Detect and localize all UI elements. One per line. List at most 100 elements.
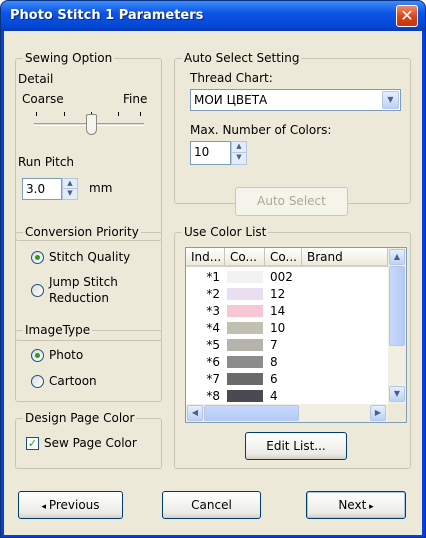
edit-list-button[interactable]: Edit List... — [245, 432, 347, 460]
table-row[interactable]: *3 14 — [186, 303, 388, 319]
next-button[interactable]: Next ▸ — [306, 491, 406, 519]
row-code: 10 — [270, 321, 286, 335]
next-label: Next — [338, 498, 367, 512]
row-index: *3 — [206, 304, 220, 318]
column-header-color[interactable]: Co... — [225, 248, 265, 267]
table-row[interactable]: *8 4 — [186, 388, 388, 404]
previous-arrow-icon: ◂ — [41, 502, 49, 512]
max-colors-input[interactable]: 10 — [190, 141, 231, 165]
group-title: Conversion Priority — [23, 225, 141, 239]
column-header-index[interactable]: Ind... — [186, 248, 225, 267]
table-row[interactable]: *6 8 — [186, 354, 388, 370]
thread-chart-select[interactable]: МОИ ЦВЕТА ▼ — [190, 89, 401, 111]
unit-label: mm — [89, 181, 113, 195]
column-header-brand[interactable]: Brand — [302, 248, 388, 267]
row-code: 6 — [270, 372, 278, 386]
table-row[interactable]: *5 7 — [186, 337, 388, 353]
radio-unchecked-icon[interactable] — [31, 284, 44, 297]
group-title: Use Color List — [182, 225, 269, 239]
group-title: Design Page Color — [23, 411, 137, 425]
color-swatch — [226, 321, 264, 335]
radio-label: Photo — [49, 348, 84, 362]
close-button[interactable]: ✕ — [396, 5, 418, 27]
close-icon: ✕ — [400, 6, 414, 25]
cancel-button[interactable]: Cancel — [162, 491, 261, 519]
spin-down-icon[interactable]: ▼ — [232, 153, 246, 164]
table-row[interactable]: *2 12 — [186, 286, 388, 302]
row-code: 12 — [270, 287, 286, 301]
dropdown-arrow-icon[interactable]: ▼ — [382, 91, 399, 109]
column-header-code[interactable]: Co... — [265, 248, 302, 267]
row-index: *5 — [206, 338, 220, 352]
scroll-corner — [388, 404, 406, 422]
run-pitch-label: Run Pitch — [18, 155, 75, 169]
auto-select-group: Auto Select Setting Thread Chart: МОИ ЦВ… — [174, 51, 411, 204]
photo-radio[interactable]: Photo — [26, 347, 146, 363]
run-pitch-spinner[interactable]: ▲ ▼ — [62, 178, 78, 200]
max-colors-label: Max. Number of Colors: — [190, 123, 332, 137]
image-type-group: ImageType Photo Cartoon — [15, 323, 162, 402]
detail-slider[interactable] — [34, 112, 144, 142]
group-title: ImageType — [23, 323, 93, 337]
sewing-option-group: Sewing Option Detail Coarse Fine Run Pit… — [15, 51, 162, 241]
previous-label: Previous — [48, 498, 100, 512]
title-bar[interactable]: Photo Stitch 1 Parameters ✕ — [1, 1, 425, 31]
spin-up-icon[interactable]: ▲ — [232, 142, 246, 153]
row-index: *7 — [206, 372, 220, 386]
spin-down-icon[interactable]: ▼ — [63, 189, 77, 199]
horizontal-scroll-thumb[interactable] — [204, 405, 299, 421]
spin-up-icon[interactable]: ▲ — [63, 179, 77, 189]
radio-checked-icon[interactable] — [31, 349, 44, 362]
max-colors-value: 10 — [194, 145, 210, 159]
slider-thumb[interactable] — [86, 114, 97, 135]
scroll-up-icon[interactable]: ▲ — [389, 249, 405, 265]
radio-label-line2: Reduction — [49, 291, 109, 305]
table-row[interactable]: *4 10 — [186, 320, 388, 336]
slider-tick — [140, 112, 141, 116]
cartoon-radio[interactable]: Cartoon — [26, 373, 146, 389]
vertical-scroll-thumb[interactable] — [389, 266, 405, 346]
color-swatch — [226, 304, 264, 318]
color-list-view[interactable]: Ind... Co... Co... Brand *1 002 *2 12 *3 14 *4… — [185, 247, 407, 423]
design-page-color-group: Design Page Color ✓ Sew Page Color — [15, 411, 162, 469]
sew-page-color-checkbox[interactable]: ✓ Sew Page Color — [26, 435, 156, 451]
detail-label: Detail — [18, 72, 54, 86]
max-colors-spinner[interactable]: ▲ ▼ — [231, 141, 247, 165]
row-index: *1 — [206, 270, 220, 284]
thread-chart-label: Thread Chart: — [190, 71, 273, 85]
color-swatch — [226, 338, 264, 352]
group-title: Auto Select Setting — [182, 51, 302, 65]
thread-chart-value: МОИ ЦВЕТА — [194, 93, 268, 107]
next-arrow-icon: ▸ — [366, 502, 374, 512]
vertical-scrollbar[interactable]: ▲ ▼ — [388, 248, 406, 404]
fine-label: Fine — [123, 92, 148, 106]
table-row[interactable]: *1 002 — [186, 269, 388, 285]
slider-tick — [118, 112, 119, 116]
row-index: *6 — [206, 355, 220, 369]
dialog-window: Photo Stitch 1 Parameters ✕ Sewing Optio… — [0, 0, 426, 538]
row-code: 4 — [270, 389, 278, 403]
checkbox-checked-icon[interactable]: ✓ — [26, 437, 39, 450]
coarse-label: Coarse — [22, 92, 64, 106]
color-swatch — [226, 287, 264, 301]
scroll-left-icon[interactable]: ◀ — [187, 405, 203, 421]
row-code: 7 — [270, 338, 278, 352]
auto-select-button[interactable]: Auto Select — [235, 187, 348, 216]
stitch-quality-radio[interactable]: Stitch Quality — [26, 249, 156, 265]
jump-stitch-radio[interactable]: Jump Stitch Reduction — [26, 275, 156, 307]
table-row[interactable]: *7 6 — [186, 371, 388, 387]
scroll-right-icon[interactable]: ▶ — [370, 405, 386, 421]
row-code: 14 — [270, 304, 286, 318]
horizontal-scrollbar[interactable]: ◀ ▶ — [186, 404, 388, 422]
scroll-down-icon[interactable]: ▼ — [389, 386, 405, 402]
row-index: *8 — [206, 389, 220, 403]
row-index: *4 — [206, 321, 220, 335]
previous-button[interactable]: ◂ Previous — [18, 491, 123, 519]
run-pitch-input[interactable]: 3.0 — [22, 178, 62, 200]
radio-unchecked-icon[interactable] — [31, 375, 44, 388]
use-color-list-group: Use Color List Ind... Co... Co... Brand … — [174, 225, 411, 469]
color-swatch — [226, 270, 264, 284]
radio-checked-icon[interactable] — [31, 251, 44, 264]
rows-container: *1 002 *2 12 *3 14 *4 10 *5 7 *6 8 *7 6 *8 4 — [186, 269, 388, 404]
row-code: 8 — [270, 355, 278, 369]
